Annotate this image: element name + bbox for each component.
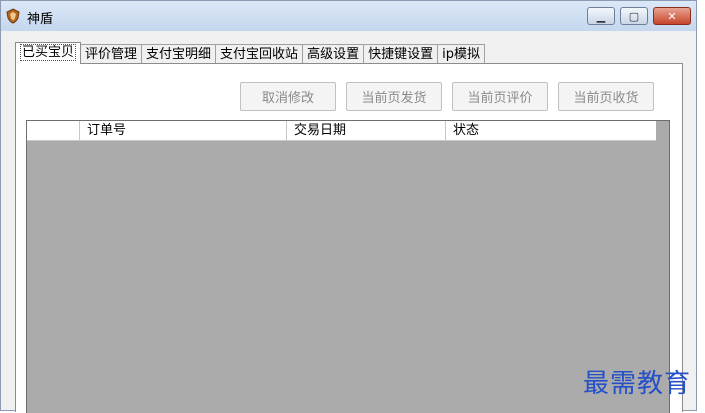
window-title: 神盾 (27, 12, 54, 27)
ship-current-page-button[interactable]: 当前页发货 (346, 82, 442, 111)
tab-label: 已买宝贝 (20, 44, 77, 61)
column-header-trade-date[interactable]: 交易日期 (286, 121, 445, 140)
tab-alipay-details[interactable]: 支付宝明细 (141, 44, 217, 64)
close-button[interactable]: ✕ (653, 7, 691, 25)
column-header-order-number[interactable]: 订单号 (79, 121, 286, 140)
tab-review-management[interactable]: 评价管理 (80, 44, 143, 64)
maximize-icon: ▢ (628, 9, 640, 23)
tab-ip-simulation[interactable]: ip模拟 (437, 44, 485, 64)
title-bar[interactable]: 神盾 ▁ ▢ ✕ (1, 1, 696, 31)
receive-current-page-button[interactable]: 当前页收货 (558, 82, 654, 111)
main-window: 神盾 ▁ ▢ ✕ 已买宝贝 评价管理 支付宝明细 支付宝回收站 高级设置 快捷键… (0, 0, 697, 413)
cancel-edit-button[interactable]: 取消修改 (240, 82, 336, 111)
minimize-button[interactable]: ▁ (587, 7, 615, 25)
watermark-text: 最需教育 (583, 369, 692, 399)
column-header-status[interactable]: 状态 (445, 121, 656, 140)
tab-panel-purchased-items: 取消修改 当前页发货 当前页评价 当前页收货 订单号 交易日期 状态 (15, 63, 683, 413)
orders-grid[interactable]: 订单号 交易日期 状态 (26, 120, 670, 413)
app-shield-icon (6, 8, 20, 24)
grid-header: 订单号 交易日期 状态 (27, 121, 656, 141)
tab-strip: 已买宝贝 评价管理 支付宝明细 支付宝回收站 高级设置 快捷键设置 ip模拟 (15, 42, 485, 64)
maximize-button[interactable]: ▢ (620, 7, 648, 25)
review-current-page-button[interactable]: 当前页评价 (452, 82, 548, 111)
tab-hotkey-settings[interactable]: 快捷键设置 (363, 44, 439, 64)
tab-advanced-settings[interactable]: 高级设置 (302, 44, 365, 64)
close-icon: ✕ (667, 9, 677, 23)
tab-purchased-items[interactable]: 已买宝贝 (15, 42, 82, 64)
row-indicator-header (27, 121, 79, 140)
minimize-icon: ▁ (596, 9, 606, 23)
tab-alipay-recycle-bin[interactable]: 支付宝回收站 (215, 44, 304, 64)
